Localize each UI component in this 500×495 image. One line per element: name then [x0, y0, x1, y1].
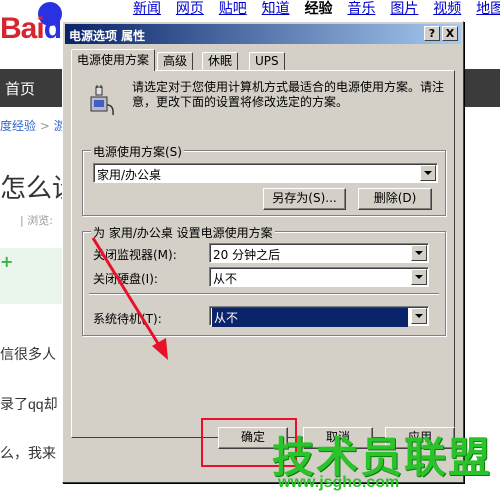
- scheme-settings-group: 为 家用/办公桌 设置电源使用方案 关闭监视器(M): 20 分钟之后 关闭硬盘…: [82, 224, 446, 336]
- breadcrumb: 度经验 > 游: [0, 117, 66, 134]
- top-nav-item[interactable]: 音乐: [347, 0, 375, 18]
- chevron-down-icon[interactable]: [420, 165, 436, 181]
- top-nav-item[interactable]: 视频: [433, 0, 461, 18]
- top-nav-item-current[interactable]: 经验: [305, 0, 333, 18]
- article-paragraph: 么，我来: [0, 445, 56, 461]
- monitor-timeout-select[interactable]: 20 分钟之后: [209, 243, 429, 263]
- top-nav-item[interactable]: 知道: [262, 0, 290, 18]
- top-nav-item[interactable]: 地图: [476, 0, 500, 18]
- delete-button[interactable]: 删除(D): [358, 188, 432, 210]
- power-options-dialog: 电源选项 属性 ? X 电源使用方案 高级 休眠 UPS 请选定对于您使用计算机…: [62, 21, 464, 483]
- chevron-down-icon[interactable]: [411, 245, 427, 261]
- top-nav-item[interactable]: 网页: [176, 0, 204, 18]
- tab-ups[interactable]: UPS: [249, 52, 285, 71]
- watermark-url: www.jsgho.com: [278, 474, 400, 491]
- hdd-label: 关闭硬盘(I):: [93, 272, 158, 286]
- tab-hibernate[interactable]: 休眠: [202, 52, 239, 71]
- breadcrumb-item[interactable]: 度经验: [0, 119, 36, 133]
- article-paragraph: 信很多人: [0, 346, 56, 362]
- help-button[interactable]: ?: [424, 26, 440, 41]
- plus-icon: +: [0, 252, 14, 271]
- power-plug-icon: [90, 85, 114, 116]
- top-nav-item[interactable]: 图片: [390, 0, 418, 18]
- breadcrumb-separator: >: [39, 119, 50, 133]
- tab-panel: 请选定对于您使用计算机方式最适合的电源使用方案。请注意，更改下面的设置将修改选定…: [71, 70, 455, 438]
- article-meta: | 浏览:: [20, 214, 53, 227]
- top-nav: 新闻 网页 贴吧 知道 经验 音乐 图片 视频 地图: [133, 0, 500, 18]
- top-nav-item[interactable]: 新闻: [133, 0, 161, 18]
- close-button[interactable]: X: [442, 26, 458, 41]
- chevron-down-icon[interactable]: [411, 269, 427, 285]
- scheme-settings-group-label: 为 家用/办公桌 设置电源使用方案: [91, 224, 275, 241]
- save-as-button[interactable]: 另存为(S)...: [263, 188, 346, 210]
- tab-power-schemes[interactable]: 电源使用方案: [71, 49, 156, 71]
- standby-label: 系统待机(T):: [93, 312, 162, 326]
- power-scheme-group-label: 电源使用方案(S): [91, 143, 184, 160]
- article-paragraph: 录了qq却: [0, 396, 58, 412]
- power-scheme-select[interactable]: 家用/办公桌: [93, 163, 438, 183]
- intro-text: 请选定对于您使用计算机方式最适合的电源使用方案。请注意，更改下面的设置将修改选定…: [132, 80, 445, 109]
- standby-timeout-select[interactable]: 从不: [209, 306, 429, 327]
- chevron-down-icon[interactable]: [411, 308, 427, 324]
- top-nav-item[interactable]: 贴吧: [219, 0, 247, 18]
- dialog-titlebar[interactable]: 电源选项 属性 ? X: [65, 24, 461, 44]
- navbar-home-link[interactable]: 首页: [5, 78, 35, 99]
- power-scheme-group: 电源使用方案(S) 家用/办公桌 另存为(S)... 删除(D): [82, 143, 446, 216]
- dialog-title: 电源选项 属性: [69, 29, 146, 43]
- tab-advanced[interactable]: 高级: [157, 52, 194, 71]
- hdd-timeout-select[interactable]: 从不: [209, 267, 429, 287]
- monitor-label: 关闭监视器(M):: [93, 248, 177, 262]
- divider: [89, 293, 439, 295]
